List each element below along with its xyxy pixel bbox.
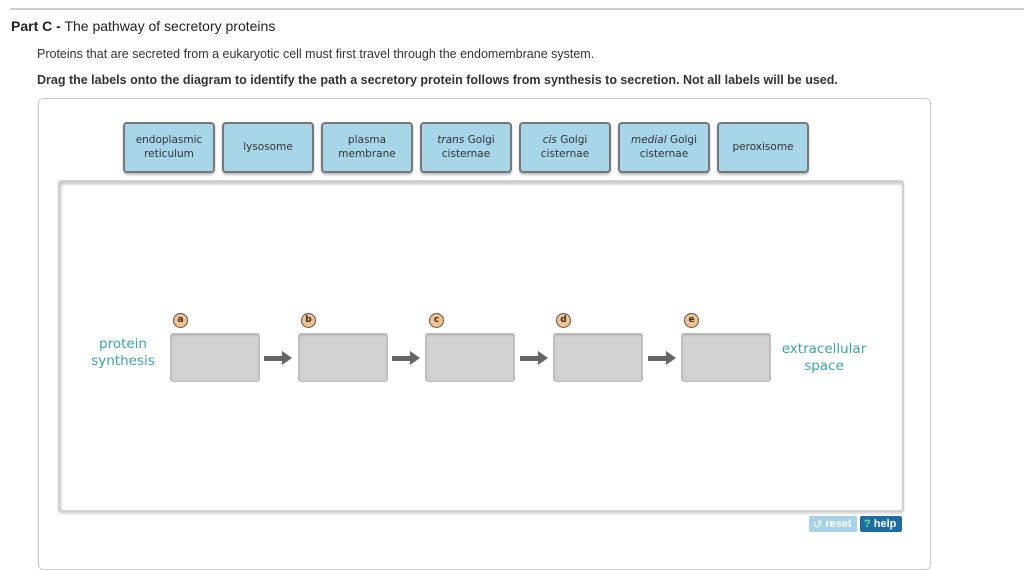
label-lysosome[interactable]: lysosome [222, 122, 314, 173]
question-icon: ? [864, 518, 871, 530]
label-plasma-membrane[interactable]: plasma membrane [321, 122, 413, 173]
reset-label: reset [825, 518, 852, 530]
drop-target-d[interactable] [553, 333, 643, 382]
top-divider [10, 8, 1024, 10]
part-title-text: The pathway of secretory proteins [64, 18, 276, 34]
drop-target-a[interactable] [170, 333, 260, 382]
arrow-icon [520, 351, 548, 365]
part-label: Part C - [11, 18, 61, 34]
target-badge-b: b [301, 313, 316, 328]
refresh-icon: ↺ [813, 518, 823, 531]
target-badge-c: c [429, 313, 444, 328]
label-trans-golgi-cisternae[interactable]: trans Golgi cisternae [420, 122, 512, 173]
intro-text: Proteins that are secreted from a eukary… [37, 47, 595, 61]
help-label: help [873, 518, 897, 530]
start-label: protein synthesis [91, 336, 155, 369]
arrow-icon [648, 351, 676, 365]
label-cis-golgi-cisternae[interactable]: cis Golgi cisternae [519, 122, 611, 173]
label-medial-golgi-cisternae[interactable]: medial Golgi cisternae [618, 122, 710, 173]
drop-target-c[interactable] [425, 333, 515, 382]
part-title: Part C - The pathway of secretory protei… [11, 18, 275, 34]
drop-target-b[interactable] [298, 333, 388, 382]
target-badge-a: a [173, 313, 188, 328]
label-peroxisome[interactable]: peroxisome [717, 122, 809, 173]
instruction-text: Drag the labels onto the diagram to iden… [37, 73, 838, 87]
label-bank: endoplasmic reticulum lysosome plasma me… [123, 122, 809, 173]
target-badge-e: e [684, 313, 699, 328]
arrow-icon [264, 351, 292, 365]
target-badge-d: d [556, 313, 571, 328]
reset-button[interactable]: ↺ reset [809, 516, 857, 532]
drop-target-e[interactable] [681, 333, 771, 382]
help-button[interactable]: ? help [860, 516, 902, 532]
end-label: extracellular space [781, 341, 867, 374]
arrow-icon [392, 351, 420, 365]
label-endoplasmic-reticulum[interactable]: endoplasmic reticulum [123, 122, 215, 173]
